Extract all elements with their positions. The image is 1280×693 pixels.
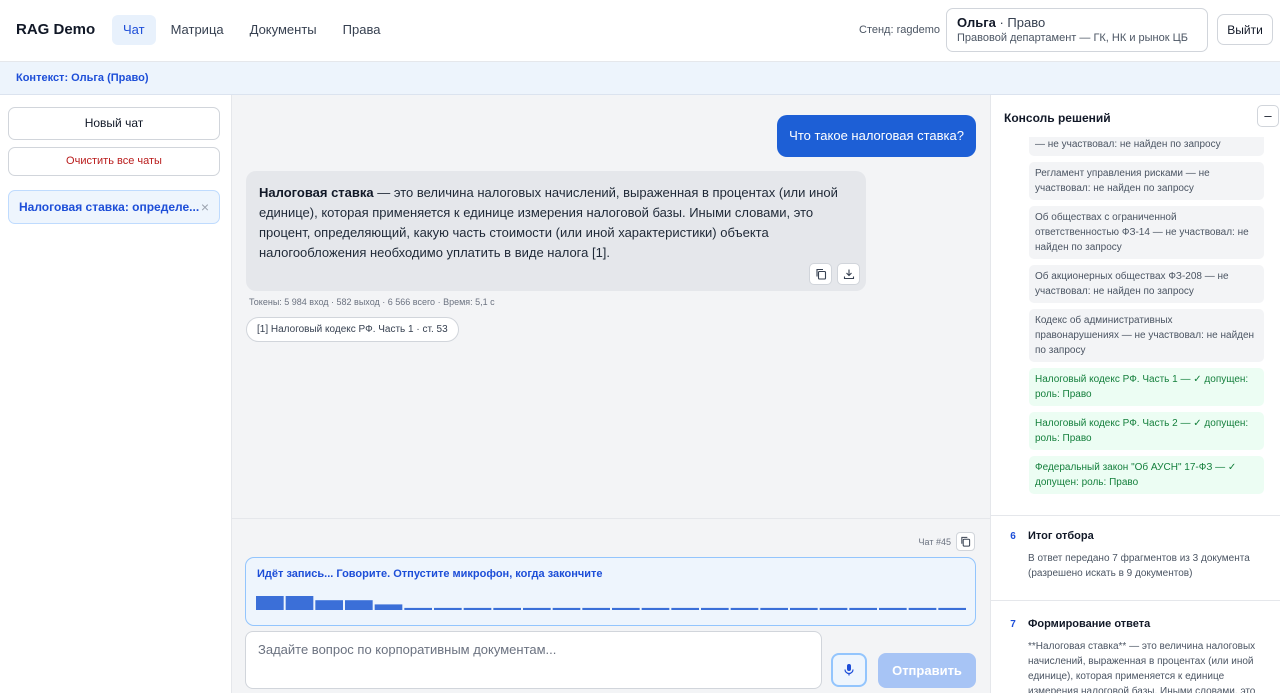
nav-tab-chat[interactable]: Чат: [112, 15, 156, 45]
step-text: **Налоговая ставка** — это величина нало…: [1028, 641, 1256, 693]
close-icon[interactable]: ×: [201, 199, 209, 215]
waveform-bar: [730, 607, 759, 610]
copy-icon: [961, 536, 971, 547]
microphone-icon: [844, 664, 854, 676]
step-answer-generation: 7 Формирование ответа **Налоговая ставка…: [991, 600, 1280, 693]
document-decision: Кодекс об административных правонарушени…: [1029, 309, 1264, 362]
chat-list-item[interactable]: Налоговая ставка: определе... ×: [8, 190, 220, 224]
waveform-bar: [582, 607, 610, 610]
document-decision: Налоговый кодекс РФ. Часть 2 — ✓ допущен…: [1029, 412, 1264, 450]
new-chat-button[interactable]: Новый чат: [8, 107, 220, 140]
waveform-bar: [552, 607, 581, 610]
main-nav: Чат Матрица Документы Права: [112, 15, 391, 45]
waveform-bar: [285, 596, 314, 610]
user-line: Ольга · Право: [957, 15, 1197, 30]
assistant-message: Налоговая ставка — это величина налоговы…: [246, 171, 866, 291]
document-decision: Об акционерных обществах ФЗ-208 — не уча…: [1029, 265, 1264, 303]
question-input[interactable]: [245, 631, 822, 689]
token-stats: Токены: 5 984 вход · 582 выход · 6 566 в…: [249, 297, 495, 307]
user-message: Что такое налоговая ставка?: [777, 115, 976, 157]
recording-panel: Идёт запись... Говорите. Отпустите микро…: [245, 557, 976, 626]
waveform-bar: [879, 607, 907, 610]
waveform-bar: [908, 607, 937, 610]
send-button[interactable]: Отправить: [878, 653, 976, 688]
chat-sidebar: Новый чат Очистить все чаты Налоговая ст…: [0, 95, 232, 693]
waveform-bar: [671, 607, 699, 610]
waveform-bar: [701, 607, 729, 610]
console-title: Консоль решений: [1004, 111, 1111, 125]
context-bar: Контекст: Ольга (Право): [0, 62, 1280, 95]
stand-label: Стенд: ragdemo: [859, 24, 940, 36]
copy-chat-id-button[interactable]: [956, 532, 975, 551]
step-title: Итог отбора: [1028, 530, 1094, 542]
document-decision: Налоговый кодекс РФ. Часть 1 — ✓ допущен…: [1029, 368, 1264, 406]
nav-tab-matrix[interactable]: Матрица: [160, 15, 235, 45]
composer: Чат #45 Идёт запись... Говорите. Отпусти…: [232, 518, 990, 693]
chat-list-item-title: Налоговая ставка: определе...: [19, 200, 200, 214]
top-bar: RAG Demo Чат Матрица Документы Права Сте…: [0, 0, 1280, 62]
nav-tab-documents[interactable]: Документы: [239, 15, 328, 45]
user-department: Правовой департамент — ГК, НК и рынок ЦБ: [957, 32, 1188, 44]
document-decision: — не участвовал: не найден по запросу: [1029, 137, 1264, 156]
copy-icon: [815, 268, 826, 280]
user-name: Ольга: [957, 15, 996, 30]
download-answer-button[interactable]: [837, 263, 860, 285]
document-decision: Регламент управления рисками — не участв…: [1029, 162, 1264, 200]
step-number: 7: [1010, 619, 1016, 630]
waveform-bar: [790, 607, 818, 610]
waveform-bar: [819, 607, 848, 610]
chat-area: Что такое налоговая ставка? Налоговая ст…: [232, 95, 990, 693]
message-actions: [809, 263, 860, 285]
waveform-bar: [374, 604, 403, 610]
download-icon: [843, 269, 854, 280]
document-decisions: — не участвовал: не найден по запросу Ре…: [1029, 137, 1264, 500]
waveform-bar: [434, 607, 462, 610]
clear-chats-button[interactable]: Очистить все чаты: [8, 147, 220, 176]
waveform-bar: [641, 607, 670, 610]
step-title: Формирование ответа: [1028, 618, 1151, 630]
document-decision: Федеральный закон "Об АУСН" 17-ФЗ — ✓ до…: [1029, 456, 1264, 494]
logout-button[interactable]: Выйти: [1217, 14, 1273, 45]
document-decision: Об обществах с ограниченной ответственно…: [1029, 206, 1264, 259]
step-selection-summary: 6 Итог отбора В ответ передано 7 фрагмен…: [991, 515, 1280, 600]
waveform-bar: [612, 607, 640, 610]
answer-term: Налоговая ставка: [259, 185, 374, 200]
user-selector[interactable]: Ольга · Право Правовой департамент — ГК,…: [946, 8, 1208, 52]
waveform-bar: [493, 607, 521, 610]
app-brand: RAG Demo: [16, 21, 96, 38]
waveform-bar: [315, 600, 343, 610]
waveform-bar: [523, 607, 551, 610]
citation-chip[interactable]: [1] Налоговый кодекс РФ. Часть 1 · ст. 5…: [246, 317, 459, 342]
microphone-button[interactable]: [831, 653, 867, 687]
waveform-bar: [938, 607, 966, 610]
step-number: 6: [1010, 531, 1016, 542]
waveform-bar: [404, 607, 432, 610]
decision-console: Консоль решений – — не участвовал: не на…: [990, 95, 1280, 693]
waveform-bar: [463, 607, 492, 610]
waveform-bar: [345, 600, 373, 610]
waveform-bar: [256, 596, 284, 610]
waveform-bar: [760, 607, 788, 610]
collapse-console-button[interactable]: –: [1257, 105, 1279, 127]
user-role: · Право: [995, 15, 1046, 30]
recording-status: Идёт запись... Говорите. Отпустите микро…: [257, 568, 603, 580]
copy-answer-button[interactable]: [809, 263, 832, 285]
chat-id-label: Чат #45: [918, 537, 951, 547]
waveform-bar: [849, 607, 877, 610]
audio-waveform: [256, 596, 966, 610]
step-text: В ответ передано 7 фрагментов из 3 докум…: [1028, 553, 1250, 579]
nav-tab-rights[interactable]: Права: [332, 15, 392, 45]
